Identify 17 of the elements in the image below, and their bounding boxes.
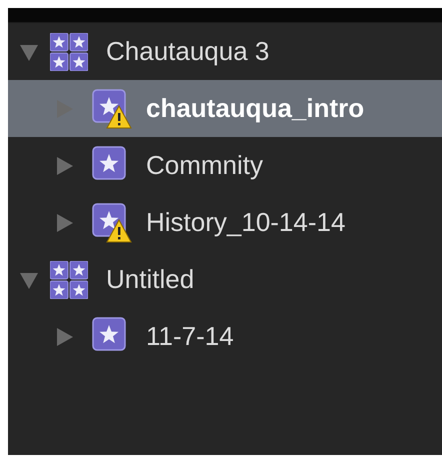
library-row[interactable]: Untitled: [8, 251, 442, 308]
event-row[interactable]: History_10-14-14: [8, 194, 442, 251]
library-stars-icon: [50, 260, 88, 298]
expand-triangle-icon[interactable]: [54, 326, 74, 346]
library-name: Chautauqua 3: [106, 36, 270, 67]
library-stars-icon: [50, 32, 88, 70]
event-row[interactable]: 11-7-14: [8, 308, 442, 365]
event-name: chautauqua_intro: [146, 93, 364, 124]
expand-triangle-icon[interactable]: [54, 212, 74, 232]
library-name: Untitled: [106, 264, 194, 295]
event-name: History_10-14-14: [146, 207, 346, 238]
event-row[interactable]: chautauqua_intro: [8, 80, 442, 137]
expand-triangle-icon[interactable]: [54, 156, 74, 176]
event-name: 11-7-14: [146, 321, 234, 352]
event-row[interactable]: Commnity: [8, 137, 442, 194]
library-row[interactable]: Chautauqua 3: [8, 23, 442, 80]
event-name: Commnity: [146, 150, 264, 181]
